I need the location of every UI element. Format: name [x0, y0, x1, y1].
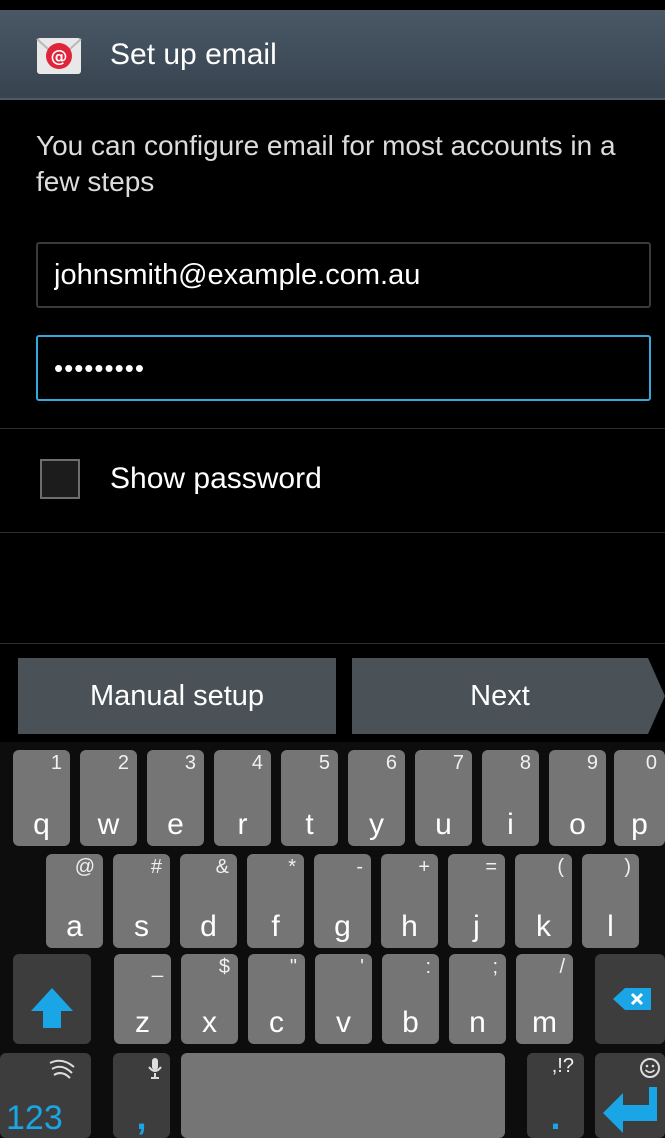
key-y[interactable]: 6y	[348, 750, 405, 846]
show-password-checkbox[interactable]	[40, 459, 80, 499]
key-n[interactable]: ; n	[449, 954, 506, 1044]
key-m[interactable]: / m	[516, 954, 573, 1044]
key-t[interactable]: 5t	[281, 750, 338, 846]
backspace-key[interactable]	[595, 954, 665, 1044]
key-k[interactable]: (k	[515, 854, 572, 948]
enter-arrow-icon	[603, 1087, 657, 1133]
key-a[interactable]: @ a	[46, 854, 103, 948]
email-field[interactable]	[36, 242, 651, 308]
next-button[interactable]: Next	[352, 658, 648, 734]
swiftkey-icon	[49, 1059, 75, 1079]
email-app-icon: @	[36, 38, 82, 74]
key-p[interactable]: 0p	[614, 750, 665, 846]
microphone-icon	[148, 1058, 162, 1079]
status-bar-gap	[0, 0, 665, 10]
key-j[interactable]: = j	[448, 854, 505, 948]
key-r[interactable]: 4r	[214, 750, 271, 846]
key-g[interactable]: -g	[314, 854, 371, 948]
soft-keyboard: 1q 2w 3e 4r 5t 6y 7u 8i 9o 0p @ a # s & d *…	[0, 742, 665, 1138]
key-f[interactable]: * f	[247, 854, 304, 948]
key-x[interactable]: $ x	[181, 954, 238, 1044]
next-button-arrow[interactable]	[648, 658, 665, 734]
shift-key[interactable]	[13, 954, 91, 1044]
space-key[interactable]	[181, 1053, 505, 1138]
key-e[interactable]: 3e	[147, 750, 204, 846]
divider	[0, 428, 665, 429]
key-z[interactable]: _ z	[114, 954, 171, 1044]
key-v[interactable]: ' v	[315, 954, 372, 1044]
action-bar: @ Set up email	[0, 10, 665, 100]
key-u[interactable]: 7u	[415, 750, 472, 846]
page-title: Set up email	[110, 38, 277, 71]
divider	[0, 532, 665, 533]
key-h[interactable]: + h	[381, 854, 438, 948]
backspace-icon	[613, 988, 651, 1010]
key-c[interactable]: " c	[248, 954, 305, 1044]
numbers-key[interactable]: 123	[0, 1053, 91, 1138]
svg-text:@: @	[51, 47, 68, 67]
divider	[0, 643, 665, 644]
comma-key[interactable]: ,	[113, 1053, 170, 1138]
shift-arrow-icon	[31, 988, 73, 1028]
key-o[interactable]: 9o	[549, 750, 606, 846]
intro-text: You can configure email for most account…	[36, 130, 616, 197]
enter-key[interactable]	[595, 1053, 665, 1138]
key-b[interactable]: :b	[382, 954, 439, 1044]
key-l[interactable]: ) l	[582, 854, 639, 948]
show-password-label[interactable]: Show password	[110, 462, 322, 496]
key-q[interactable]: 1q	[13, 750, 70, 846]
key-d[interactable]: & d	[180, 854, 237, 948]
period-key[interactable]: ,!? .	[527, 1053, 584, 1138]
key-i[interactable]: 8i	[482, 750, 539, 846]
key-w[interactable]: 2w	[80, 750, 137, 846]
key-s[interactable]: # s	[113, 854, 170, 948]
manual-setup-button[interactable]: Manual setup	[18, 658, 336, 734]
smiley-icon	[640, 1058, 660, 1078]
password-field[interactable]	[36, 335, 651, 401]
